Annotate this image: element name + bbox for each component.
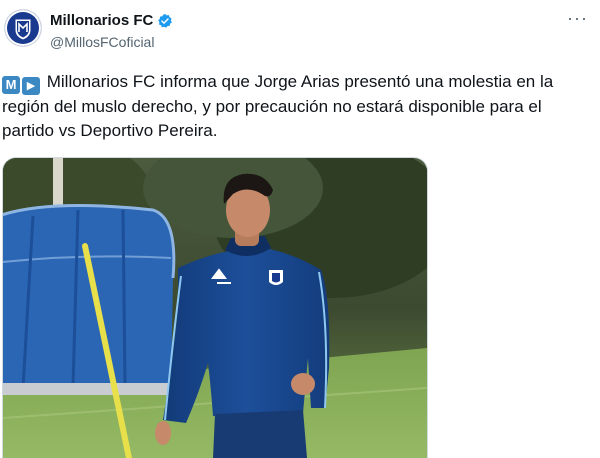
more-options-button[interactable]: ··· bbox=[567, 8, 588, 29]
tweet-photo[interactable] bbox=[2, 157, 428, 458]
player-photo bbox=[3, 158, 427, 458]
verified-badge-icon bbox=[157, 13, 173, 29]
play-emoji-icon: ▶ bbox=[22, 77, 40, 95]
account-name-row: Millonarios FC bbox=[50, 12, 173, 29]
account-name[interactable]: Millonarios FC bbox=[50, 12, 153, 29]
tweet-text: M ▶ Millonarios FC informa que Jorge Aria… bbox=[2, 70, 594, 143]
account-handle[interactable]: @MillosFCoficial bbox=[50, 34, 154, 50]
m-emoji-icon: M bbox=[2, 76, 20, 94]
millonarios-crest-icon bbox=[14, 18, 32, 41]
tweet-body: Millonarios FC informa que Jorge Arias p… bbox=[2, 72, 554, 140]
tweet: Millonarios FC @MillosFCoficial ··· M ▶ M… bbox=[0, 0, 600, 458]
avatar[interactable] bbox=[5, 10, 41, 46]
